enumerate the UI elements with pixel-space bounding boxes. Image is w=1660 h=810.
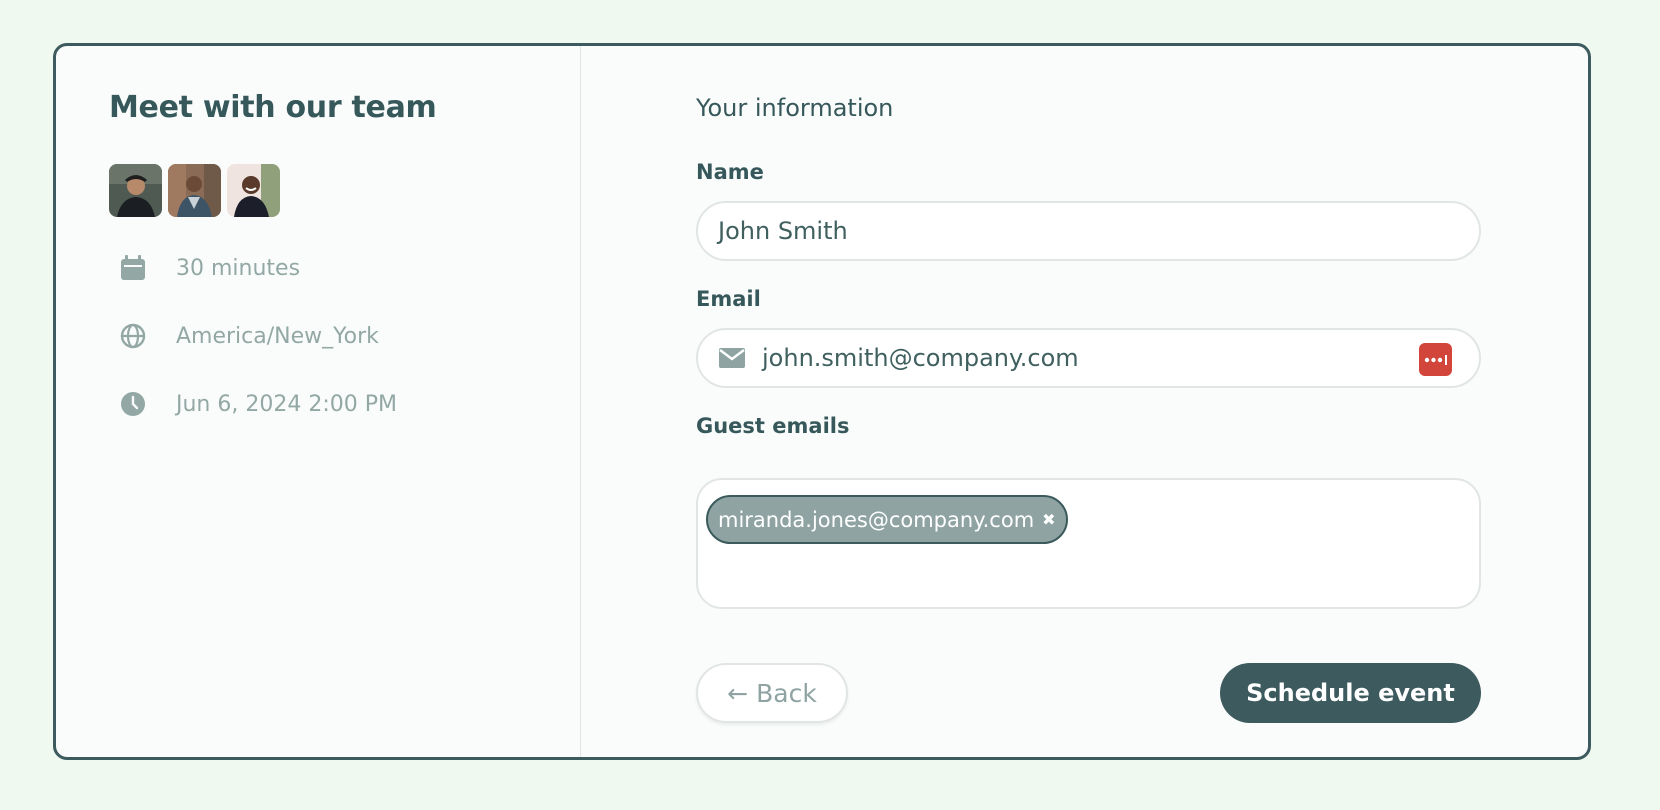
datetime-text: Jun 6, 2024 2:00 PM	[176, 391, 397, 417]
clock-icon	[118, 389, 148, 419]
password-manager-icon[interactable]	[1419, 343, 1452, 376]
back-button[interactable]: ← Back	[696, 663, 848, 723]
team-member-avatar-2	[168, 164, 221, 217]
back-button-label: Back	[756, 678, 817, 708]
team-member-avatar-1	[109, 164, 162, 217]
name-field[interactable]: John Smith	[696, 201, 1481, 261]
guest-email-chip: miranda.jones@company.com ✖	[706, 495, 1068, 544]
email-label: Email	[696, 287, 761, 311]
guest-emails-label: Guest emails	[696, 414, 850, 438]
schedule-event-label: Schedule event	[1246, 679, 1455, 707]
timezone-row: America/New_York	[118, 321, 379, 351]
calendar-icon	[118, 253, 148, 283]
panel-divider	[580, 46, 581, 757]
email-field[interactable]: john.smith@company.com	[696, 328, 1481, 388]
name-label: Name	[696, 160, 764, 184]
guest-email-chip-text: miranda.jones@company.com	[718, 507, 1035, 532]
guest-emails-field[interactable]: miranda.jones@company.com ✖	[696, 478, 1481, 609]
globe-icon	[118, 321, 148, 351]
team-member-avatar-3	[227, 164, 280, 217]
arrow-left-icon: ←	[727, 678, 749, 708]
name-value: John Smith	[718, 217, 848, 245]
team-avatars	[109, 164, 280, 217]
schedule-event-button[interactable]: Schedule event	[1220, 663, 1481, 723]
meeting-title: Meet with our team	[109, 90, 437, 125]
datetime-row: Jun 6, 2024 2:00 PM	[118, 389, 397, 419]
email-value: john.smith@company.com	[762, 344, 1079, 372]
remove-chip-icon[interactable]: ✖	[1042, 510, 1055, 529]
duration-row: 30 minutes	[118, 253, 300, 283]
duration-text: 30 minutes	[176, 255, 301, 281]
scheduling-card: Meet with our team 30 minutes America/Ne…	[53, 43, 1591, 760]
form-section-title: Your information	[696, 94, 894, 122]
timezone-text: America/New_York	[176, 323, 379, 349]
mail-icon	[718, 346, 748, 370]
